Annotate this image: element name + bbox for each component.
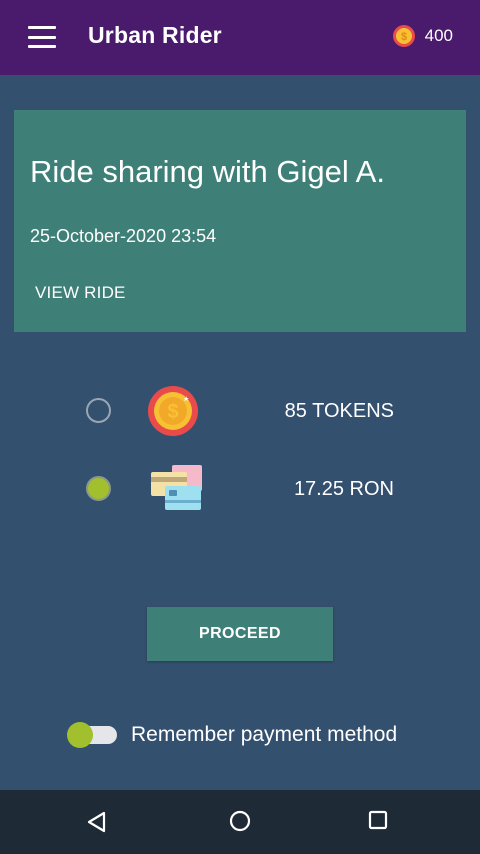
system-nav-bar — [0, 790, 480, 854]
coin-balance: $ 400 — [392, 25, 453, 47]
svg-text:$: $ — [167, 401, 178, 423]
recents-square-icon[interactable] — [368, 810, 388, 830]
radio-tokens[interactable] — [86, 398, 111, 423]
ride-title: Ride sharing with Gigel A. — [30, 154, 385, 189]
tokens-amount: 85 TOKENS — [284, 400, 394, 422]
coin-balance-value: 400 — [424, 26, 453, 45]
payment-option-ron[interactable]: 17.25 RON — [0, 460, 480, 520]
remember-payment-label: Remember payment method — [131, 723, 398, 746]
toggle-thumb — [67, 722, 93, 748]
payment-option-tokens[interactable]: $ 85 TOKENS — [0, 382, 480, 442]
hamburger-menu-icon[interactable] — [28, 26, 56, 48]
credit-cards-icon — [151, 465, 202, 510]
remember-payment-toggle[interactable] — [67, 722, 117, 748]
app-bar: Urban Rider $ 400 — [0, 0, 480, 75]
app-title: Urban Rider — [88, 22, 222, 48]
radio-ron[interactable] — [86, 476, 111, 501]
coin-icon: $ — [392, 25, 415, 47]
remember-payment-row: Remember payment method — [67, 722, 397, 748]
ron-amount: 17.25 RON — [293, 478, 394, 500]
ride-card: Ride sharing with Gigel A. 25-October-20… — [14, 110, 466, 332]
view-ride-button[interactable]: VIEW RIDE — [35, 283, 126, 303]
coin-icon: $ — [148, 386, 198, 436]
home-circle-icon[interactable] — [229, 810, 251, 832]
ride-datetime: 25-October-2020 23:54 — [30, 226, 217, 246]
svg-text:$: $ — [401, 31, 407, 43]
proceed-button[interactable]: PROCEED — [147, 607, 333, 661]
back-triangle-icon[interactable] — [85, 810, 109, 834]
